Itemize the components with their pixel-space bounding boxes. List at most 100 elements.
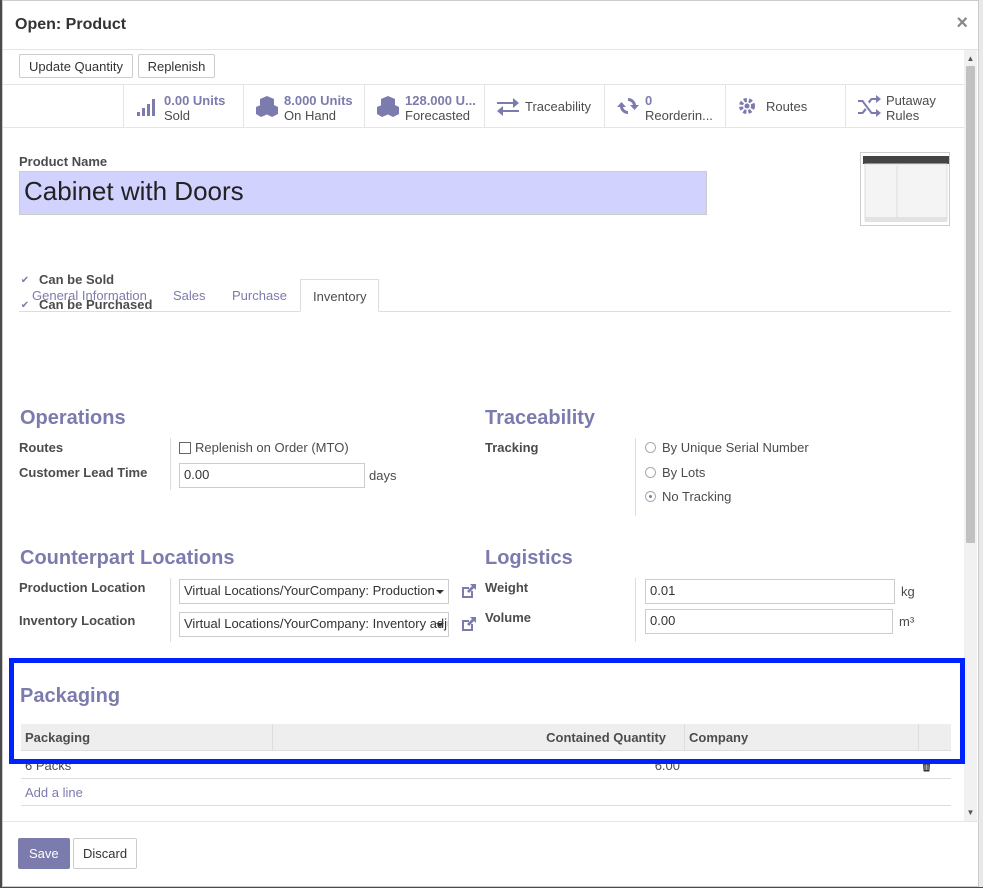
volume-input[interactable]: 0.00 bbox=[645, 609, 893, 634]
table-header: Packaging Contained Quantity Company bbox=[21, 724, 951, 751]
checkbox[interactable] bbox=[179, 442, 191, 454]
column-contained-quantity[interactable]: Contained Quantity bbox=[273, 724, 685, 751]
stat-label: Sold bbox=[164, 108, 191, 123]
stat-value: 8.000 Units bbox=[284, 93, 353, 108]
external-link-icon[interactable] bbox=[459, 614, 479, 634]
radio-lots[interactable]: By Lots bbox=[645, 465, 705, 480]
radio-no-tracking[interactable]: No Tracking bbox=[645, 489, 731, 504]
product-name-input[interactable]: Cabinet with Doors bbox=[19, 171, 707, 215]
cabinet-image bbox=[863, 156, 949, 222]
stat-button-routes[interactable]: Routes bbox=[725, 85, 846, 128]
cubes-icon bbox=[256, 96, 278, 117]
select-value: Virtual Locations/YourCompany: Inventory… bbox=[184, 616, 448, 631]
stat-button-traceability[interactable]: Traceability bbox=[484, 85, 605, 128]
dialog-footer: Save Discard bbox=[3, 821, 980, 888]
smart-buttons-bar: 0.00 Units Sold 8.000 Units On Hand 128.00… bbox=[3, 84, 966, 128]
product-image[interactable] bbox=[860, 152, 950, 226]
cubes-icon bbox=[377, 96, 399, 117]
radio-label: By Unique Serial Number bbox=[662, 440, 809, 455]
inventory-location-label: Inventory Location bbox=[19, 613, 136, 628]
dialog-header: Open: Product × bbox=[3, 1, 978, 50]
route-mto-option[interactable]: Replenish on Order (MTO) bbox=[179, 440, 349, 455]
lead-time-input[interactable]: 0.00 bbox=[179, 463, 365, 488]
radio-serial[interactable]: By Unique Serial Number bbox=[645, 440, 809, 455]
divider bbox=[170, 438, 171, 490]
stat-value: 0.00 Units bbox=[164, 93, 226, 108]
weight-label: Weight bbox=[485, 580, 529, 595]
radio-dot[interactable] bbox=[645, 467, 656, 478]
discard-button[interactable]: Discard bbox=[73, 838, 138, 869]
qty-cell: 6.00 bbox=[654, 758, 680, 773]
stat-button-putaway-rules[interactable]: Putaway Rules bbox=[845, 85, 966, 128]
counterpart-title: Counterpart Locations bbox=[20, 547, 235, 569]
caret-down-icon bbox=[436, 623, 444, 627]
stat-label: Routes bbox=[766, 99, 808, 114]
radio-dot[interactable] bbox=[645, 442, 656, 453]
update-quantity-button[interactable]: Update Quantity bbox=[19, 54, 133, 78]
volume-unit: m³ bbox=[899, 614, 915, 629]
stat-label: Traceability bbox=[525, 99, 591, 114]
tracking-options: By Unique Serial Number By Lots No Track… bbox=[645, 440, 845, 520]
trash-icon[interactable] bbox=[921, 759, 932, 772]
stat-label: On Hand bbox=[284, 108, 337, 123]
inventory-location-select[interactable]: Virtual Locations/YourCompany: Inventory… bbox=[179, 612, 449, 637]
notebook-tabs: General Information Sales Purchase Inven… bbox=[19, 279, 951, 312]
table-row[interactable]: 6 Packs 6.00 bbox=[21, 752, 951, 779]
save-button[interactable]: Save bbox=[18, 838, 70, 869]
stat-button-on-hand[interactable]: 8.000 Units On Hand bbox=[243, 85, 364, 128]
stat-label-line1: Putaway bbox=[886, 93, 936, 108]
external-link-icon[interactable] bbox=[459, 581, 479, 601]
stat-button-forecasted[interactable]: 128.000 U... Forecasted bbox=[364, 85, 485, 128]
route-mto-label: Replenish on Order (MTO) bbox=[195, 440, 349, 455]
close-icon[interactable]: × bbox=[956, 12, 968, 35]
stat-value: 0 bbox=[645, 93, 653, 108]
product-name-label: Product Name bbox=[19, 154, 108, 169]
dialog-title: Open: Product bbox=[15, 16, 127, 33]
tab-sales[interactable]: Sales bbox=[161, 279, 218, 312]
column-packaging[interactable]: Packaging bbox=[21, 724, 273, 751]
packaging-title: Packaging bbox=[20, 685, 121, 707]
stat-button-reordering[interactable]: 0 Reorderin... bbox=[604, 85, 725, 128]
caret-down-icon bbox=[436, 590, 444, 594]
column-company[interactable]: Company bbox=[685, 724, 919, 751]
product-dialog: Open: Product × Update Quantity Replenis… bbox=[2, 0, 980, 888]
scrollbar-thumb[interactable] bbox=[966, 66, 975, 543]
tab-inventory[interactable]: Inventory bbox=[300, 279, 380, 312]
volume-label: Volume bbox=[485, 610, 531, 625]
radio-label: No Tracking bbox=[662, 489, 732, 504]
divider bbox=[635, 578, 636, 642]
operations-title: Operations bbox=[20, 407, 126, 429]
traceability-title: Traceability bbox=[485, 407, 596, 429]
stat-value: 128.000 U... bbox=[405, 93, 476, 108]
tab-general-information[interactable]: General Information bbox=[20, 279, 159, 312]
scrollbar[interactable]: ▲ ▼ bbox=[964, 50, 977, 821]
gears-icon bbox=[739, 98, 755, 114]
packaging-cell: 6 Packs bbox=[25, 758, 72, 773]
weight-input[interactable]: 0.01 bbox=[645, 579, 895, 604]
scroll-down-icon[interactable]: ▼ bbox=[964, 806, 977, 819]
dialog-body: Update Quantity Replenish 0.00 Units Sold… bbox=[3, 50, 980, 821]
production-location-label: Production Location bbox=[19, 580, 146, 595]
select-value: Virtual Locations/YourCompany: Productio… bbox=[184, 583, 435, 598]
radio-dot-selected[interactable] bbox=[645, 491, 656, 502]
refresh-icon bbox=[617, 97, 639, 115]
stat-button-sold[interactable]: 0.00 Units Sold bbox=[123, 85, 244, 128]
radio-label: By Lots bbox=[662, 465, 706, 480]
logistics-title: Logistics bbox=[485, 547, 573, 569]
production-location-select[interactable]: Virtual Locations/YourCompany: Productio… bbox=[179, 579, 449, 604]
arrows-exchange-icon bbox=[497, 98, 519, 116]
add-a-line-link[interactable]: Add a line bbox=[21, 780, 951, 806]
random-icon bbox=[858, 95, 881, 117]
divider bbox=[635, 438, 636, 516]
stat-label: Reorderin... bbox=[645, 108, 713, 123]
bar-chart-icon bbox=[137, 99, 155, 116]
scroll-up-icon[interactable]: ▲ bbox=[964, 52, 977, 65]
replenish-button[interactable]: Replenish bbox=[137, 54, 216, 78]
stat-label: Forecasted bbox=[405, 108, 471, 123]
routes-label: Routes bbox=[19, 440, 64, 455]
lead-time-unit: days bbox=[369, 468, 397, 483]
divider bbox=[170, 578, 171, 642]
tracking-label: Tracking bbox=[485, 440, 539, 455]
action-buttons: Update Quantity Replenish bbox=[19, 54, 216, 78]
tab-purchase[interactable]: Purchase bbox=[220, 279, 299, 312]
